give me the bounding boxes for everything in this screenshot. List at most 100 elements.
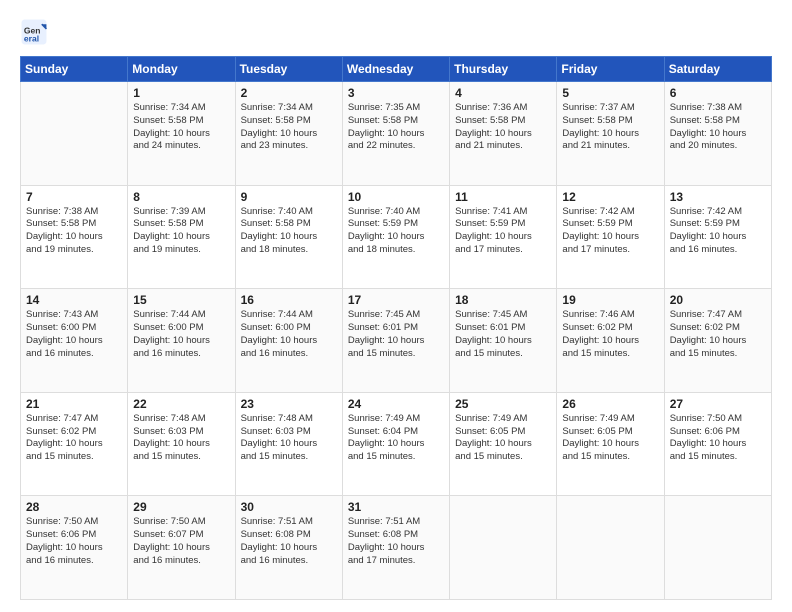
day-cell-14: 14 Sunrise: 7:43 AM Sunset: 6:00 PM Dayli…	[21, 289, 128, 393]
day-number: 31	[348, 500, 444, 514]
day-info: Sunrise: 7:45 AM Sunset: 6:01 PM Dayligh…	[348, 309, 444, 360]
day-cell-28: 28Sunrise: 7:50 AM Sunset: 6:06 PM Dayli…	[21, 496, 128, 600]
day-info: Sunrise: 7:46 AM Sunset: 6:02 PM Dayligh…	[562, 309, 658, 360]
day-number: 5	[562, 86, 658, 100]
day-number: 15	[133, 293, 229, 307]
empty-cell	[450, 496, 557, 600]
day-number: 12	[562, 190, 658, 204]
day-cell-6: 6 Sunrise: 7:38 AM Sunset: 5:58 PM Daylig…	[664, 82, 771, 186]
day-info: Sunrise: 7:38 AM Sunset: 5:58 PM Dayligh…	[26, 206, 122, 257]
day-info: Sunrise: 7:44 AM Sunset: 6:00 PM Dayligh…	[241, 309, 337, 360]
day-number: 25	[455, 397, 551, 411]
weekday-header-tuesday: Tuesday	[235, 57, 342, 82]
day-cell-29: 29 Sunrise: 7:50 AM Sunset: 6:07 PM Dayli…	[128, 496, 235, 600]
day-number: 9	[241, 190, 337, 204]
day-info: Sunrise: 7:49 AM Sunset: 6:05 PM Dayligh…	[455, 413, 551, 464]
day-info: Sunrise: 7:51 AM Sunset: 6:08 PM Dayligh…	[348, 516, 444, 567]
day-cell-26: 26Sunrise: 7:49 AM Sunset: 6:05 PM Dayli…	[557, 392, 664, 496]
day-info: Sunrise: 7:47 AM Sunset: 6:02 PM Dayligh…	[670, 309, 766, 360]
day-info: Sunrise: 7:37 AM Sunset: 5:58 PM Dayligh…	[562, 102, 658, 153]
day-cell-7: 7Sunrise: 7:38 AM Sunset: 5:58 PM Daylig…	[21, 185, 128, 289]
day-info: Sunrise: 7:43 AM Sunset: 6:00 PM Dayligh…	[26, 309, 122, 360]
day-number: 30	[241, 500, 337, 514]
day-info: Sunrise: 7:34 AM Sunset: 5:58 PM Dayligh…	[133, 102, 229, 153]
day-cell-10: 10 Sunrise: 7:40 AM Sunset: 5:59 PM Dayli…	[342, 185, 449, 289]
day-number: 13	[670, 190, 766, 204]
day-cell-11: 11Sunrise: 7:41 AM Sunset: 5:59 PM Dayli…	[450, 185, 557, 289]
day-info: Sunrise: 7:51 AM Sunset: 6:08 PM Dayligh…	[241, 516, 337, 567]
day-cell-17: 17 Sunrise: 7:45 AM Sunset: 6:01 PM Dayli…	[342, 289, 449, 393]
day-cell-19: 19 Sunrise: 7:46 AM Sunset: 6:02 PM Dayli…	[557, 289, 664, 393]
day-info: Sunrise: 7:42 AM Sunset: 5:59 PM Dayligh…	[670, 206, 766, 257]
day-number: 4	[455, 86, 551, 100]
day-number: 28	[26, 500, 122, 514]
weekday-header-row: SundayMondayTuesdayWednesdayThursdayFrid…	[21, 57, 772, 82]
weekday-header-sunday: Sunday	[21, 57, 128, 82]
day-number: 6	[670, 86, 766, 100]
weekday-header-saturday: Saturday	[664, 57, 771, 82]
day-number: 23	[241, 397, 337, 411]
weekday-header-thursday: Thursday	[450, 57, 557, 82]
week-row-5: 28Sunrise: 7:50 AM Sunset: 6:06 PM Dayli…	[21, 496, 772, 600]
calendar-table: SundayMondayTuesdayWednesdayThursdayFrid…	[20, 56, 772, 600]
day-cell-12: 12 Sunrise: 7:42 AM Sunset: 5:59 PM Dayli…	[557, 185, 664, 289]
day-info: Sunrise: 7:40 AM Sunset: 5:58 PM Dayligh…	[241, 206, 337, 257]
day-number: 26	[562, 397, 658, 411]
day-cell-22: 22 Sunrise: 7:48 AM Sunset: 6:03 PM Dayli…	[128, 392, 235, 496]
day-info: Sunrise: 7:49 AM Sunset: 6:04 PM Dayligh…	[348, 413, 444, 464]
weekday-header-friday: Friday	[557, 57, 664, 82]
day-info: Sunrise: 7:47 AM Sunset: 6:02 PM Dayligh…	[26, 413, 122, 464]
day-number: 14	[26, 293, 122, 307]
header: Gen eral	[20, 18, 772, 46]
day-info: Sunrise: 7:50 AM Sunset: 6:07 PM Dayligh…	[133, 516, 229, 567]
day-cell-8: 8Sunrise: 7:39 AM Sunset: 5:58 PM Daylig…	[128, 185, 235, 289]
day-number: 3	[348, 86, 444, 100]
weekday-header-wednesday: Wednesday	[342, 57, 449, 82]
week-row-1: 1 Sunrise: 7:34 AM Sunset: 5:58 PM Daylig…	[21, 82, 772, 186]
weekday-header-monday: Monday	[128, 57, 235, 82]
day-cell-15: 15 Sunrise: 7:44 AM Sunset: 6:00 PM Dayli…	[128, 289, 235, 393]
day-cell-3: 3 Sunrise: 7:35 AM Sunset: 5:58 PM Daylig…	[342, 82, 449, 186]
day-number: 17	[348, 293, 444, 307]
week-row-2: 7Sunrise: 7:38 AM Sunset: 5:58 PM Daylig…	[21, 185, 772, 289]
page: Gen eral SundayMondayTuesdayWednesdayThu…	[0, 0, 792, 612]
day-info: Sunrise: 7:40 AM Sunset: 5:59 PM Dayligh…	[348, 206, 444, 257]
day-info: Sunrise: 7:42 AM Sunset: 5:59 PM Dayligh…	[562, 206, 658, 257]
empty-cell	[21, 82, 128, 186]
day-number: 16	[241, 293, 337, 307]
day-cell-9: 9 Sunrise: 7:40 AM Sunset: 5:58 PM Daylig…	[235, 185, 342, 289]
day-cell-24: 24 Sunrise: 7:49 AM Sunset: 6:04 PM Dayli…	[342, 392, 449, 496]
day-info: Sunrise: 7:35 AM Sunset: 5:58 PM Dayligh…	[348, 102, 444, 153]
day-info: Sunrise: 7:50 AM Sunset: 6:06 PM Dayligh…	[670, 413, 766, 464]
day-number: 10	[348, 190, 444, 204]
day-number: 22	[133, 397, 229, 411]
day-cell-5: 5 Sunrise: 7:37 AM Sunset: 5:58 PM Daylig…	[557, 82, 664, 186]
empty-cell	[557, 496, 664, 600]
day-info: Sunrise: 7:45 AM Sunset: 6:01 PM Dayligh…	[455, 309, 551, 360]
day-cell-27: 27 Sunrise: 7:50 AM Sunset: 6:06 PM Dayli…	[664, 392, 771, 496]
day-number: 27	[670, 397, 766, 411]
logo: Gen eral	[20, 18, 54, 46]
empty-cell	[664, 496, 771, 600]
day-cell-1: 1 Sunrise: 7:34 AM Sunset: 5:58 PM Daylig…	[128, 82, 235, 186]
svg-text:eral: eral	[24, 33, 39, 43]
day-number: 2	[241, 86, 337, 100]
day-cell-13: 13 Sunrise: 7:42 AM Sunset: 5:59 PM Dayli…	[664, 185, 771, 289]
day-info: Sunrise: 7:48 AM Sunset: 6:03 PM Dayligh…	[133, 413, 229, 464]
day-info: Sunrise: 7:44 AM Sunset: 6:00 PM Dayligh…	[133, 309, 229, 360]
logo-icon: Gen eral	[20, 18, 48, 46]
day-info: Sunrise: 7:41 AM Sunset: 5:59 PM Dayligh…	[455, 206, 551, 257]
day-number: 18	[455, 293, 551, 307]
day-cell-25: 25 Sunrise: 7:49 AM Sunset: 6:05 PM Dayli…	[450, 392, 557, 496]
day-number: 24	[348, 397, 444, 411]
day-cell-16: 16 Sunrise: 7:44 AM Sunset: 6:00 PM Dayli…	[235, 289, 342, 393]
day-info: Sunrise: 7:38 AM Sunset: 5:58 PM Dayligh…	[670, 102, 766, 153]
day-cell-4: 4Sunrise: 7:36 AM Sunset: 5:58 PM Daylig…	[450, 82, 557, 186]
day-number: 19	[562, 293, 658, 307]
day-number: 1	[133, 86, 229, 100]
week-row-3: 14 Sunrise: 7:43 AM Sunset: 6:00 PM Dayli…	[21, 289, 772, 393]
day-number: 29	[133, 500, 229, 514]
day-cell-18: 18 Sunrise: 7:45 AM Sunset: 6:01 PM Dayli…	[450, 289, 557, 393]
week-row-4: 21Sunrise: 7:47 AM Sunset: 6:02 PM Dayli…	[21, 392, 772, 496]
day-info: Sunrise: 7:48 AM Sunset: 6:03 PM Dayligh…	[241, 413, 337, 464]
